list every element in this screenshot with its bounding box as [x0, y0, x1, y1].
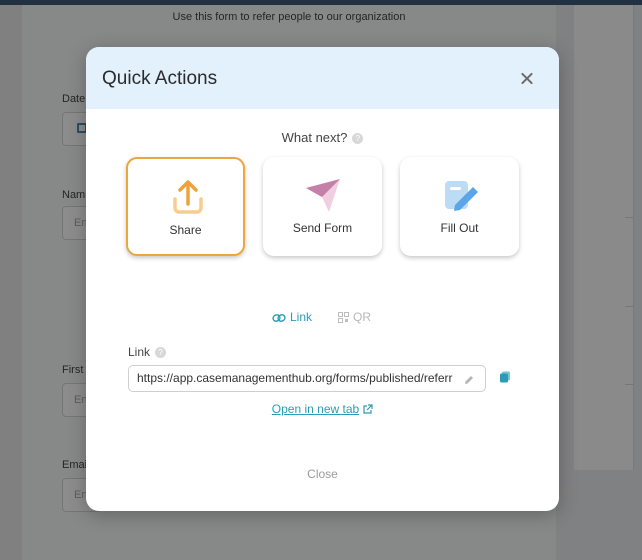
help-icon[interactable]: ? — [352, 133, 364, 145]
link-label-text: Link — [128, 345, 151, 359]
link-field-label: Link? — [128, 345, 167, 359]
tab-link-label: Link — [290, 310, 313, 324]
what-next-prompt: What next?? — [86, 130, 559, 145]
fill-out-label: Fill Out — [440, 221, 479, 235]
quick-actions-modal: Quick Actions What next?? Share Send For… — [86, 47, 559, 511]
qr-icon — [338, 312, 349, 324]
share-action-card[interactable]: Share — [126, 157, 245, 256]
close-icon[interactable] — [517, 69, 537, 89]
tab-qr-label: QR — [353, 310, 371, 324]
upload-icon — [173, 180, 203, 214]
modal-title: Quick Actions — [102, 68, 218, 89]
close-button[interactable]: Close — [86, 467, 559, 481]
modal-header: Quick Actions — [86, 47, 559, 109]
send-form-label: Send Form — [292, 221, 353, 235]
tab-link[interactable]: Link — [272, 310, 312, 324]
copy-icon[interactable] — [498, 370, 512, 384]
open-in-new-tab-label: Open in new tab — [271, 402, 360, 416]
fill-out-action-card[interactable]: Fill Out — [400, 157, 519, 256]
link-icon — [272, 313, 286, 322]
share-link-input[interactable]: https://app.casemanagementhub.org/forms/… — [128, 365, 486, 392]
share-mode-tabs: Link QR — [86, 307, 559, 327]
external-link-icon — [363, 404, 373, 414]
paper-plane-icon — [306, 179, 340, 212]
edit-document-icon — [445, 181, 478, 211]
tab-qr[interactable]: QR — [338, 310, 371, 324]
share-label: Share — [169, 223, 202, 237]
pencil-icon[interactable] — [463, 374, 475, 386]
send-form-action-card[interactable]: Send Form — [263, 157, 382, 256]
what-next-label: What next? — [281, 130, 348, 145]
open-in-new-tab-link[interactable]: Open in new tab — [86, 402, 559, 416]
link-help-icon[interactable]: ? — [155, 347, 167, 359]
